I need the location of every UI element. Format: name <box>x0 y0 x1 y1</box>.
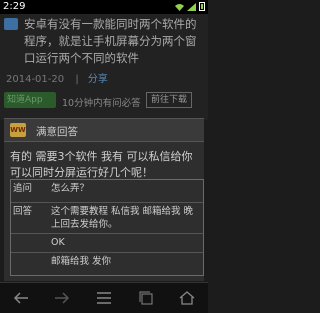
tabs-icon <box>139 291 153 305</box>
app-promo: 知道App 10分钟内有问必答 前往下载 <box>4 92 204 110</box>
followup-thread: 追问 怎么弄？ 回答 这个需要教程 私信我 邮箱给我 晚上回去发给你。 OK 邮… <box>10 179 204 276</box>
wifi-icon <box>175 3 184 11</box>
battery-icon <box>199 2 205 11</box>
status-time: 2:29 <box>3 1 26 12</box>
thread-label: 回答 <box>13 206 33 217</box>
answer-text: 有的 需要3个软件 我有 可以私信给你 可以同时分屏运行好几个呢！ <box>10 150 193 179</box>
logo-text: WW <box>10 126 26 134</box>
answer-header: WW 满意回答 <box>4 119 204 142</box>
thread-text: 怎么弄？ <box>51 183 90 194</box>
thread-row: 回答 这个需要教程 私信我 邮箱给我 晚上回去发给你。 <box>11 203 203 234</box>
menu-button[interactable] <box>92 286 116 310</box>
back-button[interactable] <box>9 286 33 310</box>
thread-label: 追问 <box>13 183 33 194</box>
arrow-left-icon <box>13 292 28 304</box>
bottom-toolbar <box>0 282 208 313</box>
status-bar: 2:29 <box>0 0 208 14</box>
app-promo-text: 10分钟内有问必答 <box>62 98 141 109</box>
thread-text: 邮箱给我 发你 <box>51 256 112 267</box>
tabs-button[interactable] <box>134 286 158 310</box>
answer-title: 满意回答 <box>36 126 78 138</box>
thread-row: 邮箱给我 发你 <box>11 253 203 275</box>
post-date: 2014-01-20 <box>6 74 65 85</box>
download-button[interactable]: 前往下载 <box>146 92 192 108</box>
meta-divider: | <box>75 74 79 85</box>
thread-text: OK <box>51 237 65 248</box>
question-title: 安卓有没有一款能同时两个软件的程序，就是让手机屏幕分为两个窗口运行两个不同的软件 <box>24 17 197 65</box>
article-header: 安卓有没有一款能同时两个软件的程序，就是让手机屏幕分为两个窗口运行两个不同的软件… <box>0 14 208 120</box>
app-button[interactable]: 知道App <box>4 92 56 108</box>
menu-icon <box>96 292 111 304</box>
forward-button[interactable] <box>50 286 74 310</box>
best-answer-panel: WW 满意回答 有的 需要3个软件 我有 可以私信给你 可以同时分屏运行好几个呢… <box>4 118 204 281</box>
arrow-right-icon <box>55 292 70 304</box>
status-icons <box>175 2 205 11</box>
thread-row: 追问 怎么弄？ <box>11 180 203 203</box>
share-link[interactable]: 分享 <box>88 74 108 85</box>
question-icon <box>4 18 18 30</box>
signal-icon <box>187 2 196 11</box>
home-icon <box>179 291 195 305</box>
thread-row: OK <box>11 234 203 253</box>
home-button[interactable] <box>175 286 199 310</box>
question-meta: 2014-01-20 | 分享 <box>6 70 108 85</box>
thread-text: 这个需要教程 私信我 邮箱给我 晚上回去发给你。 <box>51 206 194 230</box>
answer-logo-icon: WW <box>10 123 26 137</box>
